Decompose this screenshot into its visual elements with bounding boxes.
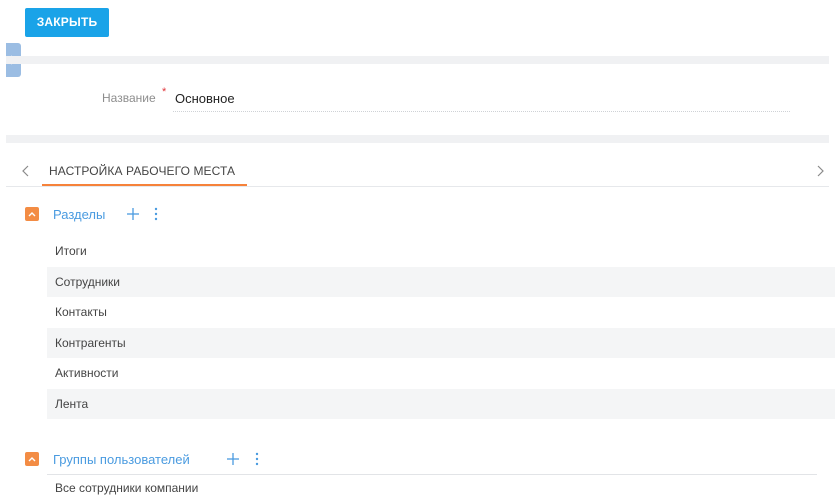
name-field-value[interactable]: Основное [175, 91, 235, 106]
close-button[interactable]: ЗАКРЫТЬ [25, 8, 109, 37]
chevron-left-icon[interactable] [19, 163, 33, 179]
collapse-sections-button[interactable] [25, 207, 39, 221]
chevron-right-icon[interactable] [813, 163, 827, 179]
list-item[interactable]: Контакты [47, 297, 835, 328]
user-groups-list: Все сотрудники компании [47, 476, 835, 500]
required-marker: * [162, 86, 167, 98]
list-item[interactable]: Все сотрудники компании [47, 476, 835, 500]
sections-group-title[interactable]: Разделы [53, 207, 105, 222]
more-vertical-icon[interactable] [253, 451, 261, 467]
chevron-up-icon [28, 457, 36, 462]
plus-icon[interactable] [125, 206, 141, 222]
list-item[interactable]: Сотрудники [47, 266, 835, 297]
user-groups-divider [47, 474, 817, 475]
divider-band [6, 56, 829, 64]
chevron-up-icon [28, 212, 36, 217]
list-item[interactable]: Контрагенты [47, 327, 835, 358]
more-vertical-icon[interactable] [152, 206, 160, 222]
list-item[interactable]: Итоги [47, 236, 835, 267]
tab-workplace-settings[interactable]: НАСТРОЙКА РАБОЧЕГО МЕСТА [49, 164, 235, 178]
plus-icon[interactable] [225, 451, 241, 467]
list-item[interactable]: Активности [47, 358, 835, 389]
list-item[interactable]: Лента [47, 388, 835, 419]
divider-band [6, 135, 829, 143]
sections-list: Итоги Сотрудники Контакты Контрагенты Ак… [47, 236, 835, 419]
user-groups-title[interactable]: Группы пользователей [53, 452, 190, 467]
collapse-user-groups-button[interactable] [25, 452, 39, 466]
name-field-label: Название [102, 91, 156, 105]
name-field-underline [173, 111, 790, 112]
tabs-divider [6, 186, 829, 187]
